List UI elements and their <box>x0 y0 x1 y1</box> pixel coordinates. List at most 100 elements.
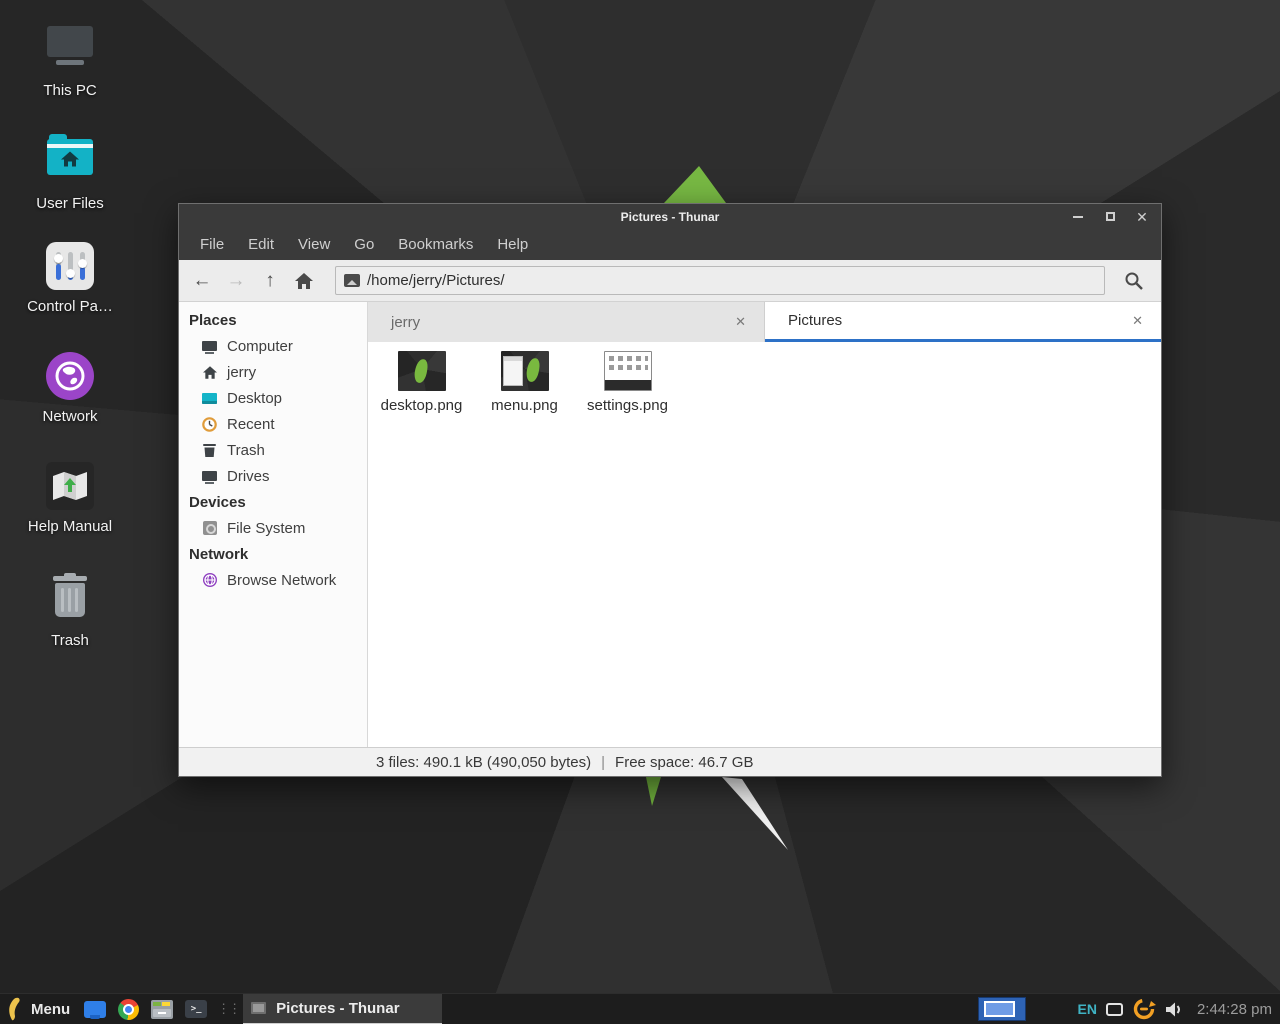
keyboard-layout-indicator[interactable]: EN <box>1077 1001 1096 1017</box>
this-pc-icon <box>46 26 94 74</box>
tab-jerry[interactable]: jerry ✕ <box>368 302 765 342</box>
files-area[interactable]: desktop.png menu.png <box>368 342 1161 747</box>
menu-view[interactable]: View <box>287 232 341 257</box>
desktop-icon-user-files[interactable]: User Files <box>10 132 130 212</box>
menu-go[interactable]: Go <box>343 232 385 257</box>
volume-speaker-icon[interactable] <box>1165 1001 1184 1018</box>
search-button[interactable] <box>1117 265 1151 297</box>
chrome-browser-icon <box>118 999 139 1020</box>
tab-close-icon[interactable]: ✕ <box>731 312 750 332</box>
home-button[interactable] <box>287 265 321 297</box>
sidebar-item-file-system[interactable]: File System <box>179 515 367 541</box>
menu-button-label: Menu <box>31 1001 70 1018</box>
browse-network-globe-icon <box>201 572 218 588</box>
terminal-icon: >_ <box>185 1000 207 1018</box>
file-settings-png[interactable]: settings.png <box>576 351 679 414</box>
desktop-icon-network[interactable]: Network <box>10 352 130 425</box>
section-header-places: Places <box>179 307 367 333</box>
network-globe-icon <box>46 352 94 400</box>
titlebar[interactable]: Pictures - Thunar ✕ <box>179 204 1161 229</box>
menu-help[interactable]: Help <box>486 232 539 257</box>
forward-button[interactable]: → <box>219 265 253 297</box>
sidebar-item-label: File System <box>227 520 305 537</box>
sidebar-item-trash[interactable]: Trash <box>179 437 367 463</box>
status-free-space: Free space: 46.7 GB <box>615 754 753 771</box>
desktop-icon-help-manual[interactable]: Help Manual <box>10 462 130 535</box>
desktop-icon-this-pc[interactable]: This PC <box>10 22 130 99</box>
menu-edit[interactable]: Edit <box>237 232 285 257</box>
tab-label: Pictures <box>788 312 1128 329</box>
status-separator: | <box>601 754 605 771</box>
desktop-icon <box>201 393 218 404</box>
file-name: settings.png <box>587 397 668 414</box>
minimize-button[interactable] <box>1069 208 1087 226</box>
file-thumbnail-desktop <box>398 351 446 391</box>
home-icon <box>295 273 313 289</box>
tray-clock[interactable]: 2:44:28 pm <box>1193 1001 1272 1018</box>
desktop-icon-label: Network <box>10 408 130 425</box>
file-menu-png[interactable]: menu.png <box>473 351 576 414</box>
up-button[interactable]: ↑ <box>253 265 287 297</box>
drives-icon <box>201 471 218 481</box>
sidebar-item-label: Computer <box>227 338 293 355</box>
path-bar[interactable]: /home/jerry/Pictures/ <box>335 266 1105 295</box>
sidebar-item-desktop[interactable]: Desktop <box>179 385 367 411</box>
launcher-archive[interactable] <box>145 994 179 1024</box>
up-icon: ↑ <box>265 270 275 292</box>
desktop-icon-control-panel[interactable]: Control Pa… <box>10 242 130 315</box>
sidebar-item-label: Browse Network <box>227 572 336 589</box>
sidebar-item-label: Recent <box>227 416 275 433</box>
sidebar-item-drives[interactable]: Drives <box>179 463 367 489</box>
desktop-icon-trash[interactable]: Trash <box>10 572 130 649</box>
launcher-terminal[interactable]: >_ <box>179 994 213 1024</box>
menu-bookmarks[interactable]: Bookmarks <box>387 232 484 257</box>
sidebar-item-recent[interactable]: Recent <box>179 411 367 437</box>
filesystem-drive-icon <box>201 521 218 535</box>
back-button[interactable]: ← <box>185 265 219 297</box>
sidebar-item-label: Desktop <box>227 390 282 407</box>
window-title: Pictures - Thunar <box>179 210 1161 224</box>
status-bar: 3 files: 490.1 kB (490,050 bytes) | Free… <box>179 747 1161 776</box>
desktop-icon-label: Trash <box>10 632 130 649</box>
maximize-button[interactable] <box>1101 208 1119 226</box>
file-thumbnail-settings <box>604 351 652 391</box>
desktop-icon-label: Help Manual <box>10 518 130 535</box>
back-icon: ← <box>193 270 212 292</box>
tab-label: jerry <box>391 314 731 331</box>
minimize-icon <box>1073 216 1083 218</box>
sidebar-item-computer[interactable]: Computer <box>179 333 367 359</box>
task-window-icon <box>251 1002 266 1014</box>
menu-feather-icon <box>6 997 23 1021</box>
task-button-label: Pictures - Thunar <box>276 1000 399 1017</box>
sidebar-item-browse-network[interactable]: Browse Network <box>179 567 367 593</box>
tab-close-icon[interactable]: ✕ <box>1128 311 1147 331</box>
trash-can-icon <box>46 576 94 624</box>
file-name: desktop.png <box>381 397 463 414</box>
desktop-icon-label: User Files <box>10 195 130 212</box>
launcher-browser[interactable] <box>112 994 145 1024</box>
workspace-pager[interactable] <box>978 997 1026 1021</box>
taskbar-separator: ⋮⋮ <box>213 1001 243 1017</box>
update-manager-icon[interactable] <box>1132 997 1156 1021</box>
file-desktop-png[interactable]: desktop.png <box>370 351 473 414</box>
tab-pictures[interactable]: Pictures ✕ <box>765 302 1161 342</box>
launcher-file-manager[interactable] <box>78 994 112 1024</box>
control-panel-icon <box>46 242 94 290</box>
files-pane: jerry ✕ Pictures ✕ desktop.png <box>368 302 1161 747</box>
thunar-window: Pictures - Thunar ✕ File Edit View Go Bo… <box>178 203 1162 777</box>
sidebar-item-label: Trash <box>227 442 265 459</box>
menu-file[interactable]: File <box>189 232 235 257</box>
taskbar: Menu >_ ⋮⋮ Pictures - Thunar EN <box>0 993 1280 1024</box>
trash-icon <box>201 443 218 457</box>
status-files-text: 3 files: 490.1 kB (490,050 bytes) <box>376 754 591 771</box>
pager-window-icon <box>984 1001 1015 1017</box>
close-button[interactable]: ✕ <box>1133 208 1151 226</box>
display-tray-icon[interactable] <box>1106 1003 1123 1016</box>
home-glyph-icon <box>61 152 79 167</box>
sidebar-item-jerry[interactable]: jerry <box>179 359 367 385</box>
search-icon <box>1124 271 1144 291</box>
forward-icon: → <box>227 270 246 292</box>
archive-cabinet-icon <box>151 1000 173 1019</box>
task-button-thunar[interactable]: Pictures - Thunar <box>243 994 442 1024</box>
menu-button[interactable]: Menu <box>0 994 78 1024</box>
